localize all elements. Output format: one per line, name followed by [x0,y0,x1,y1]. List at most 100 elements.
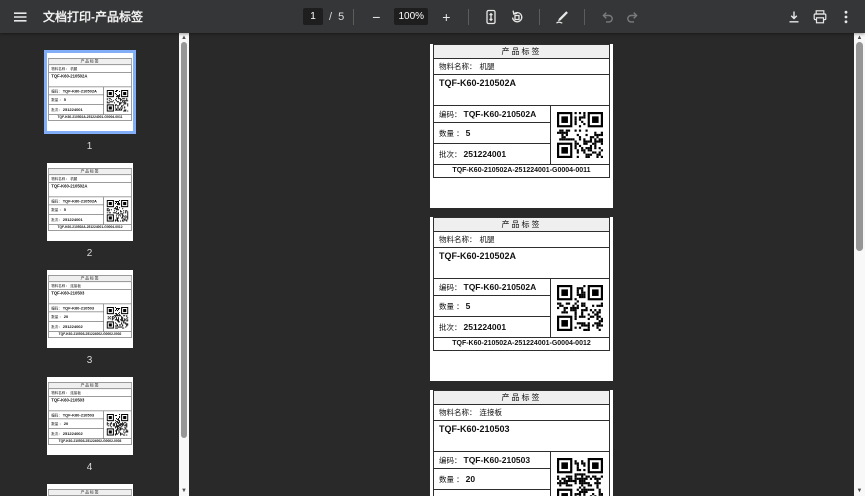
sidebar-scrollbar[interactable]: ▲ ▼ [179,33,189,496]
thumbnail-page-number: 1 [0,140,179,153]
quantity-row: 数量 ：5 [434,123,550,144]
material-name-value: 连接板 [480,408,503,417]
zoom-out-button[interactable]: − [363,4,389,30]
code-value: TQF-K60-210502A [62,199,96,204]
batch-row: 批次：251224002 [48,429,103,438]
material-name-value: 连接板 [70,283,81,287]
quantity-label: 数量 ： [439,474,464,485]
menu-button[interactable] [7,4,33,30]
zoom-in-button[interactable]: + [433,4,459,30]
product-label: 产品标签 物料名称：机腿 TQF-K60-210502A 编码：TQF-K60-… [433,44,610,178]
quantity-value: 20 [63,421,67,426]
batch-label: 批次： [51,324,62,329]
more-options-button[interactable] [833,4,859,30]
thumbnail-page-2[interactable]: 产品标签 物料名称：机腿 TQF-K60-210502A 编码：TQF-K60-… [0,163,179,260]
label-detail-grid: 编码：TQF-K60-210503 数量 ：20 批次：251224002 [434,452,609,496]
zoom-level-input[interactable] [394,8,428,25]
code-value: TQF-K60-210502A [62,89,96,94]
toolbar-right-controls [781,0,859,33]
product-code: TQF-K60-210502A [48,73,130,88]
thumbnail-preview[interactable]: 产品标签 物料名称：机腿 TQF-K60-210502A 编码：TQF-K60-… [44,50,136,134]
batch-value: 251224001 [62,217,82,222]
document-title: 文档打印-产品标签 [43,8,143,25]
product-code: TQF-K60-210502A [434,75,609,106]
material-name-label: 物料名称： [51,176,69,180]
batch-label: 批次： [439,322,462,333]
batch-value: 251224001 [62,107,82,112]
material-name-row: 物料名称：机腿 [434,59,609,75]
thumbnail-page-number: 2 [0,247,179,260]
code-value: TQF-K60-210503 [62,413,93,418]
product-code: TQF-K60-210503 [434,421,609,452]
fit-page-button[interactable] [478,4,504,30]
product-code: TQF-K60-210502A [434,248,609,279]
rotate-icon [509,9,525,25]
material-name-row: 物料名称：连接板 [48,282,130,290]
thumbnail-preview[interactable]: 产品标签 物料名称：连接板 TQF-K60-210503 编码：TQF-K60-… [47,270,133,348]
qr-code [103,87,130,114]
thumbnail-preview[interactable]: 产品标签 物料名称：连接板 TQF-K60-210503 编码：TQF-K60-… [47,377,133,455]
thumbnail-page-4[interactable]: 产品标签 物料名称：连接板 TQF-K60-210503 编码：TQF-K60-… [0,377,179,474]
label-serial-footer: TQF-K60-210503-251224002-G0002-0003 [48,439,130,445]
code-label: 编码： [51,412,62,417]
thumbnail-page-3[interactable]: 产品标签 物料名称：连接板 TQF-K60-210503 编码：TQF-K60-… [0,270,179,367]
page-number-input[interactable] [303,8,323,25]
label-detail-grid: 编码：TQF-K60-210502A 数量 ：5 批次：251224001 [434,279,609,338]
thumbnail-page-5[interactable]: 产品标签 物料名称：连接板 TQF-K60-210503 编码：TQF-K60-… [0,484,179,496]
batch-value: 251224001 [464,149,507,159]
code-row: 编码：TQF-K60-210502A [434,106,550,123]
thumbnail-preview[interactable]: 产品标签 物料名称：机腿 TQF-K60-210502A 编码：TQF-K60-… [47,163,133,241]
thumbnail-page-1[interactable]: 产品标签 物料名称：机腿 TQF-K60-210502A 编码：TQF-K60-… [0,50,179,153]
code-row: 编码：TQF-K60-210502A [48,197,103,205]
rotate-button[interactable] [504,4,530,30]
undo-icon [599,9,615,25]
qr-code [551,452,608,496]
main-scrollbar-thumb[interactable] [856,42,863,251]
hamburger-icon [12,9,28,25]
material-name-label: 物料名称： [51,390,69,394]
label-title: 产品标签 [48,489,130,496]
toolbar-separator [468,9,469,25]
quantity-value: 5 [466,301,471,311]
scroll-up-arrow-icon[interactable]: ▲ [854,34,865,42]
label-serial-footer: TQF-K60-210502A-251224001-G0004-0011 [48,115,130,121]
thumbnail-preview[interactable]: 产品标签 物料名称：连接板 TQF-K60-210503 编码：TQF-K60-… [47,484,133,496]
scroll-down-arrow-icon[interactable]: ▼ [179,487,189,495]
quantity-label: 数量 ： [51,421,63,426]
batch-label: 批次： [439,149,462,160]
code-label: 编码： [51,305,62,310]
product-code: TQF-K60-210502A [48,183,130,198]
main-scrollbar[interactable]: ▲ ▼ [854,33,865,496]
batch-row: 批次：251224001 [434,317,550,337]
download-button[interactable] [781,4,807,30]
scroll-down-arrow-icon[interactable]: ▼ [854,487,865,495]
material-name-row: 物料名称：机腿 [48,175,130,183]
redo-button[interactable] [620,4,646,30]
label-detail-grid: 编码：TQF-K60-210503 数量 ：20 批次：251224002 [48,304,130,332]
batch-value: 251224002 [62,431,82,436]
document-page-2: 产品标签 物料名称：机腿 TQF-K60-210502A 编码：TQF-K60-… [430,217,613,381]
batch-row: 批次：251224002 [48,322,103,331]
sidebar-scrollbar-thumb[interactable] [181,42,187,438]
code-row: 编码：TQF-K60-210502A [434,279,550,296]
scroll-up-arrow-icon[interactable]: ▲ [179,34,189,42]
print-button[interactable] [807,4,833,30]
annotate-button[interactable] [549,4,575,30]
material-name-label: 物料名称： [51,283,69,287]
code-value: TQF-K60-210502A [464,109,537,119]
material-name-label: 物料名称： [51,66,69,70]
product-code: TQF-K60-210503 [48,290,130,305]
qr-code [551,106,608,164]
batch-label: 批次： [51,431,62,436]
product-label: 产品标签 物料名称：机腿 TQF-K60-210502A 编码：TQF-K60-… [433,217,610,351]
fit-page-icon [483,9,499,25]
label-title: 产品标签 [434,218,609,232]
label-serial-footer: TQF-K60-210502A-251224001-G0004-0012 [434,338,609,350]
label-serial-footer: TQF-K60-210502A-251224001-G0004-0012 [48,225,130,231]
qr-code [103,411,130,438]
undo-button[interactable] [594,4,620,30]
code-label: 编码： [439,455,462,466]
material-name-value: 机腿 [480,62,495,71]
code-label: 编码： [439,282,462,293]
document-page-area: 产品标签 物料名称：机腿 TQF-K60-210502A 编码：TQF-K60-… [430,39,613,496]
